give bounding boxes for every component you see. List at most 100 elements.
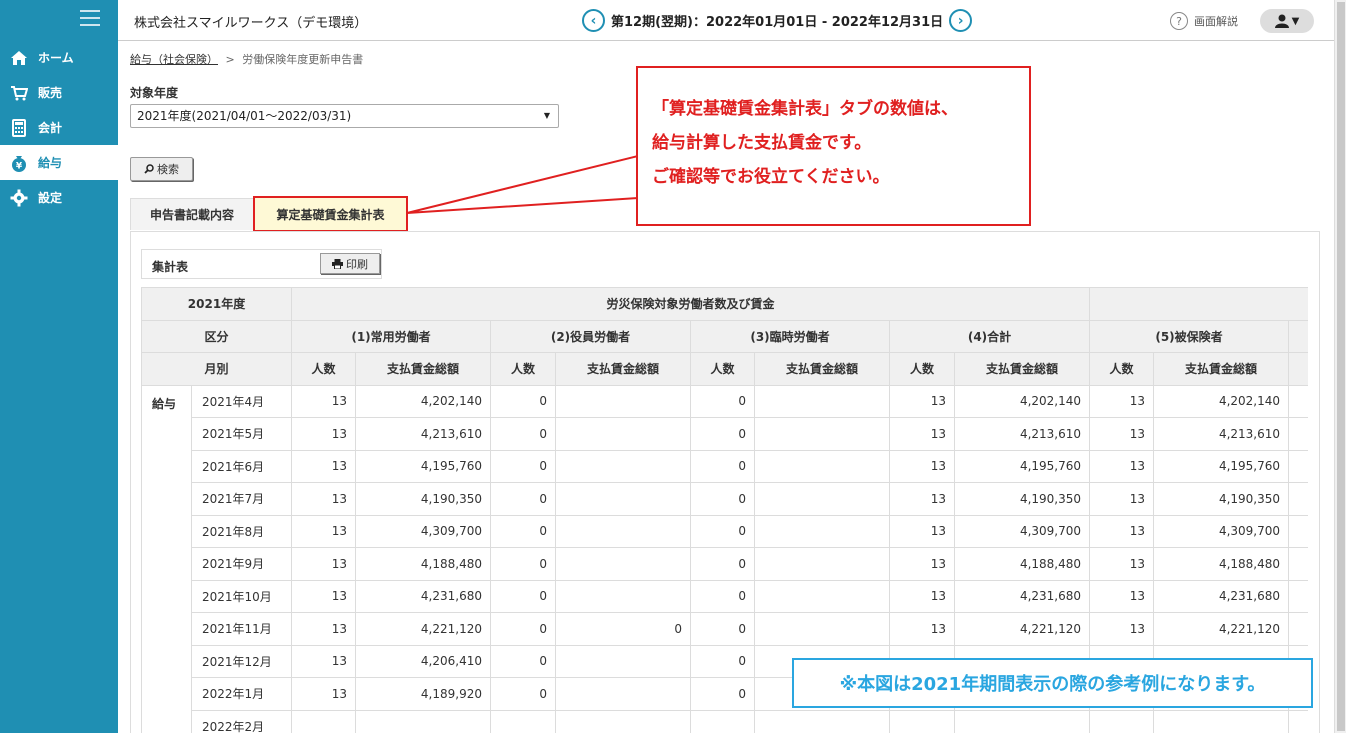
table-group-header-empty: [1089, 287, 1308, 321]
hamburger-menu-icon[interactable]: [80, 10, 100, 28]
sub-header-amount: 支払賃金総額: [555, 352, 691, 386]
count-cell: 0: [690, 612, 755, 646]
category-cell: 給与: [141, 384, 192, 733]
count-cell: 13: [291, 482, 356, 516]
empty-cell: [1288, 449, 1308, 483]
calculator-icon: [10, 118, 28, 137]
amount-cell: [555, 644, 691, 678]
cart-icon: [10, 84, 28, 102]
reference-note: ※本図は2021年期間表示の際の参考例になります。: [792, 658, 1313, 708]
empty-cell: [1288, 417, 1308, 451]
amount-cell: [555, 482, 691, 516]
count-cell: 13: [1089, 612, 1155, 646]
amount-cell: 4,213,610: [953, 417, 1091, 451]
table-row: 給与 2021年4月 13 4,202,140 0 0 13 4,202,140 13 4,202…: [141, 384, 1308, 733]
sub-header-amount: 支払賃金総額: [953, 352, 1091, 386]
month-cell: 2021年4月: [191, 384, 292, 418]
year-select[interactable]: 2021年度(2021/04/01～2022/03/31) ▼: [130, 104, 559, 128]
month-cell: 2021年10月: [191, 579, 292, 613]
count-cell: 0: [490, 547, 556, 581]
sidebar-nav: ホーム 販売 会計 ¥ 給与 設定: [0, 40, 118, 215]
count-cell: 0: [690, 644, 755, 678]
page-scrollbar[interactable]: [1334, 0, 1346, 733]
amount-cell: 4,190,350: [953, 482, 1091, 516]
count-cell: 0: [690, 677, 755, 711]
sidebar-item-sales[interactable]: 販売: [0, 75, 118, 110]
month-cell: 2021年7月: [191, 482, 292, 516]
count-cell: 13: [889, 449, 955, 483]
prev-period-button[interactable]: ‹: [582, 9, 605, 32]
month-cell: 2021年8月: [191, 514, 292, 548]
printer-icon: [332, 258, 343, 269]
user-icon: [1274, 14, 1289, 28]
count-cell: 13: [1089, 417, 1155, 451]
period-selector: ‹ 第12期(翌期)：2022年01月01日 - 2022年12月31日 ›: [582, 9, 973, 32]
count-cell: 0: [490, 482, 556, 516]
amount-cell: 4,309,700: [355, 514, 491, 548]
table-row: 2021年9月 13 4,188,480 0 0 13 4,188,480 13 4,188,4…: [142, 547, 1308, 581]
year-select-value: 2021年度(2021/04/01～2022/03/31): [137, 109, 352, 123]
amount-cell: [754, 709, 890, 733]
sidebar-item-home[interactable]: ホーム: [0, 40, 118, 75]
column-header: (1)常用労働者: [291, 319, 491, 353]
count-cell: 13: [291, 417, 356, 451]
amount-cell: 4,202,140: [953, 384, 1091, 418]
next-period-button[interactable]: ›: [949, 9, 973, 32]
search-button[interactable]: 検索: [130, 157, 193, 181]
gear-icon: [10, 189, 28, 207]
sub-header-count: 人数: [690, 352, 755, 386]
amount-cell: 4,202,140: [1153, 384, 1290, 418]
amount-cell: 4,213,610: [1153, 417, 1290, 451]
amount-cell: [555, 514, 691, 548]
month-cell: 2021年12月: [191, 644, 292, 678]
amount-cell: [555, 709, 691, 733]
tab-wage-summary[interactable]: 算定基礎賃金集計表: [253, 196, 408, 232]
count-cell: [291, 709, 356, 733]
print-button[interactable]: 印刷: [320, 253, 380, 274]
sidebar-item-settings[interactable]: 設定: [0, 180, 118, 215]
amount-cell: 4,221,120: [355, 612, 491, 646]
count-cell: 13: [1089, 514, 1155, 548]
sub-header-count: 人数: [1089, 352, 1155, 386]
amount-cell: [754, 514, 890, 548]
count-cell: 0: [490, 449, 556, 483]
callout-box: 「算定基礎賃金集計表」タブの数値は、 給与計算した支払賃金です。 ご確認等でお役…: [636, 66, 1031, 226]
amount-cell: [754, 612, 890, 646]
amount-cell: 4,195,760: [953, 449, 1091, 483]
breadcrumb-parent-link[interactable]: 給与（社会保険）: [130, 53, 218, 66]
help-label: 画面解説: [1194, 15, 1238, 28]
count-cell: 0: [690, 417, 755, 451]
amount-cell: [754, 417, 890, 451]
count-cell: 0: [490, 514, 556, 548]
amount-cell: 4,213,610: [355, 417, 491, 451]
sidebar-item-accounting[interactable]: 会計: [0, 110, 118, 145]
count-cell: 0: [490, 677, 556, 711]
amount-cell: [754, 547, 890, 581]
amount-cell: [555, 384, 691, 418]
count-cell: 0: [490, 579, 556, 613]
amount-cell: [555, 417, 691, 451]
help-link[interactable]: ? 画面解説: [1170, 12, 1238, 30]
count-cell: 0: [490, 644, 556, 678]
count-cell: 13: [1089, 579, 1155, 613]
amount-cell: [953, 709, 1091, 733]
breadcrumb-separator: >: [225, 53, 235, 66]
amount-cell: 4,221,120: [953, 612, 1091, 646]
count-cell: 13: [291, 384, 356, 418]
sub-header-count: 人数: [490, 352, 556, 386]
count-cell: 13: [291, 514, 356, 548]
tab-application-content[interactable]: 申告書記載内容: [130, 198, 254, 230]
callout-line: 給与計算した支払賃金です。: [652, 133, 872, 153]
count-cell: 13: [889, 384, 955, 418]
column-header: (2)役員労働者: [490, 319, 691, 353]
sidebar-item-label: 販売: [38, 86, 63, 100]
sidebar-item-payroll[interactable]: ¥ 給与: [0, 145, 118, 180]
amount-cell: 4,188,480: [1153, 547, 1290, 581]
sidebar-item-label: ホーム: [38, 51, 74, 65]
count-cell: 0: [490, 612, 556, 646]
count-cell: [889, 709, 955, 733]
amount-cell: 4,206,410: [355, 644, 491, 678]
count-cell: 0: [690, 547, 755, 581]
user-menu-button[interactable]: ▼: [1260, 9, 1314, 33]
svg-text:¥: ¥: [16, 161, 23, 171]
